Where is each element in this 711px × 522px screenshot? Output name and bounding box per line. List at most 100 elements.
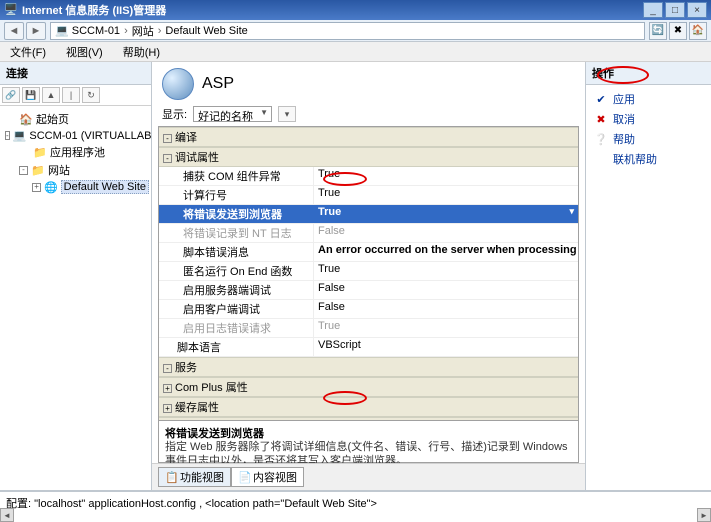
- tab-content-view[interactable]: 📄内容视图: [231, 467, 304, 487]
- property-name: 脚本语言: [159, 338, 314, 356]
- cancel-action[interactable]: ✖取消: [590, 109, 707, 129]
- tree-node-label: 网站: [48, 162, 70, 178]
- tree-toggle-icon[interactable]: -: [5, 131, 10, 140]
- breadcrumb-item[interactable]: Default Web Site: [165, 25, 247, 37]
- actions-panel: 操作 ✔应用 ✖取消 ❔帮助 联机帮助: [586, 62, 711, 490]
- property-value[interactable]: False: [314, 224, 578, 242]
- menu-view[interactable]: 视图(V): [60, 42, 109, 62]
- menu-file[interactable]: 文件(F): [4, 42, 52, 62]
- property-name: 将错误记录到 NT 日志: [159, 224, 314, 242]
- category-header[interactable]: -编译: [159, 127, 578, 147]
- app-icon: 🖥️: [4, 3, 18, 17]
- content-view-icon: 📄: [238, 471, 250, 483]
- window-titlebar: 🖥️ Internet 信息服务 (IIS)管理器 _ □ ×: [0, 0, 711, 20]
- property-row[interactable]: 启用日志错误请求True: [159, 319, 578, 338]
- property-value[interactable]: False: [314, 300, 578, 318]
- maximize-button[interactable]: □: [665, 2, 685, 18]
- tree-node[interactable]: -📁网站: [2, 161, 149, 179]
- display-more-icon[interactable]: ▾: [278, 106, 296, 122]
- expand-toggle-icon[interactable]: -: [163, 154, 172, 163]
- tab-features-view[interactable]: 📋功能视图: [158, 467, 231, 487]
- menu-help[interactable]: 帮助(H): [117, 42, 166, 62]
- description-title: 将错误发送到浏览器: [165, 425, 572, 441]
- connections-tree: 🏠起始页-💻SCCM-01 (VIRTUALLAB\wangti📁应用程序池-📁…: [0, 106, 151, 199]
- property-name: 将错误发送到浏览器: [159, 205, 314, 223]
- breadcrumb-icon: 💻: [55, 24, 69, 37]
- status-bar: 配置: "localhost" applicationHost.config ,…: [0, 491, 711, 514]
- property-row[interactable]: 匿名运行 On End 函数True: [159, 262, 578, 281]
- category-header[interactable]: -调试属性: [159, 147, 578, 167]
- stop-icon[interactable]: ✖: [669, 22, 687, 40]
- tree-node-icon: 📁: [33, 146, 47, 159]
- property-name: 捕获 COM 组件异常: [159, 167, 314, 185]
- category-header[interactable]: +缓存属性: [159, 397, 578, 417]
- category-header[interactable]: -服务: [159, 357, 578, 377]
- breadcrumb-item[interactable]: 网站: [132, 23, 154, 39]
- help-icon: ❔: [594, 133, 608, 146]
- tree-toggle-icon[interactable]: -: [19, 166, 28, 175]
- property-row[interactable]: 计算行号True: [159, 186, 578, 205]
- property-value[interactable]: True: [314, 205, 578, 223]
- property-value[interactable]: True: [314, 167, 578, 185]
- property-value[interactable]: True: [314, 262, 578, 280]
- help-action[interactable]: ❔帮助: [590, 129, 707, 149]
- property-value[interactable]: False: [314, 281, 578, 299]
- property-name: 启用日志错误请求: [159, 319, 314, 337]
- online-help-action[interactable]: 联机帮助: [590, 149, 707, 169]
- view-tabs: 📋功能视图 📄内容视图: [152, 463, 585, 490]
- property-name: 匿名运行 On End 函数: [159, 262, 314, 280]
- category-header[interactable]: +会话属性: [159, 417, 578, 421]
- menu-bar: 文件(F) 视图(V) 帮助(H): [0, 42, 711, 62]
- tree-toggle-icon[interactable]: +: [32, 183, 41, 192]
- property-row[interactable]: 脚本错误消息An error occurred on the server wh…: [159, 243, 578, 262]
- home-icon[interactable]: 🏠: [689, 22, 707, 40]
- tree-node[interactable]: 🏠起始页: [2, 110, 149, 128]
- apply-icon: ✔: [594, 93, 608, 106]
- display-select[interactable]: 好记的名称: [193, 106, 272, 122]
- property-row[interactable]: 捕获 COM 组件异常True: [159, 167, 578, 186]
- tree-node[interactable]: -💻SCCM-01 (VIRTUALLAB\wangti: [2, 128, 149, 143]
- expand-toggle-icon[interactable]: +: [163, 384, 172, 393]
- property-row[interactable]: 启用客户端调试False: [159, 300, 578, 319]
- property-row[interactable]: 脚本语言VBScript: [159, 338, 578, 357]
- refresh-tree-icon[interactable]: ↻: [82, 87, 100, 103]
- breadcrumb[interactable]: 💻 SCCM-01 › 网站 › Default Web Site: [50, 22, 645, 40]
- property-value[interactable]: True: [314, 186, 578, 204]
- up-icon[interactable]: ▲: [42, 87, 60, 103]
- property-row[interactable]: 将错误记录到 NT 日志False: [159, 224, 578, 243]
- apply-action[interactable]: ✔应用: [590, 89, 707, 109]
- tree-node[interactable]: +🌐Default Web Site: [2, 179, 149, 195]
- back-button[interactable]: ◄: [4, 22, 24, 40]
- display-label: 显示:: [162, 106, 187, 122]
- save-icon[interactable]: 💾: [22, 87, 40, 103]
- minimize-button[interactable]: _: [643, 2, 663, 18]
- property-value[interactable]: An error occurred on the server when pro…: [314, 243, 578, 261]
- tree-node-label: SCCM-01 (VIRTUALLAB\wangti: [29, 130, 151, 142]
- asp-feature-icon: [162, 68, 194, 100]
- category-label: 调试属性: [175, 152, 219, 164]
- address-bar: ◄ ► 💻 SCCM-01 › 网站 › Default Web Site 🔄 …: [0, 20, 711, 42]
- category-header[interactable]: +Com Plus 属性: [159, 377, 578, 397]
- tree-node[interactable]: 📁应用程序池: [2, 143, 149, 161]
- tree-node-icon: 💻: [13, 129, 27, 142]
- refresh-icon[interactable]: 🔄: [649, 22, 667, 40]
- breadcrumb-item[interactable]: SCCM-01: [72, 25, 120, 37]
- cancel-icon: ✖: [594, 113, 608, 126]
- close-button[interactable]: ×: [687, 2, 707, 18]
- scroll-left-icon[interactable]: ◄: [0, 508, 14, 522]
- property-name: 计算行号: [159, 186, 314, 204]
- connect-icon[interactable]: 🔗: [2, 87, 20, 103]
- forward-button[interactable]: ►: [26, 22, 46, 40]
- property-value[interactable]: VBScript: [314, 338, 578, 356]
- feature-panel: ASP 显示: 好记的名称 ▾ -编译-调试属性捕获 COM 组件异常True计…: [152, 62, 586, 490]
- expand-toggle-icon[interactable]: -: [163, 134, 172, 143]
- property-row[interactable]: 将错误发送到浏览器True: [159, 205, 578, 224]
- expand-toggle-icon[interactable]: +: [163, 404, 172, 413]
- window-title: Internet 信息服务 (IIS)管理器: [22, 2, 643, 18]
- scroll-right-icon[interactable]: ►: [697, 508, 711, 522]
- actions-header: 操作: [586, 62, 711, 85]
- expand-toggle-icon[interactable]: -: [163, 364, 172, 373]
- property-value[interactable]: True: [314, 319, 578, 337]
- property-grid[interactable]: -编译-调试属性捕获 COM 组件异常True计算行号True将错误发送到浏览器…: [158, 126, 579, 421]
- property-row[interactable]: 启用服务器端调试False: [159, 281, 578, 300]
